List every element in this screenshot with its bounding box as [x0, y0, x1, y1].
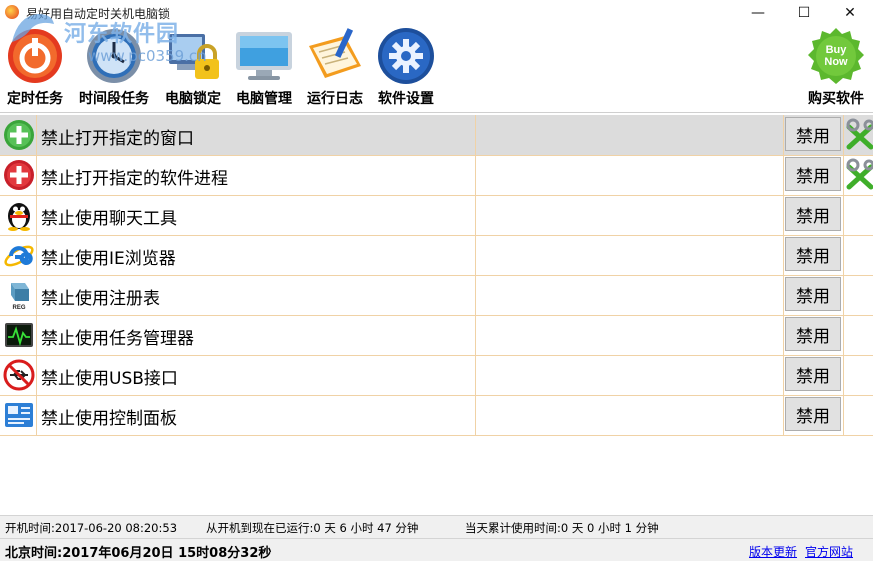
list-item-label: 禁止使用聊天工具: [41, 209, 177, 229]
toolbar-computer-management[interactable]: 电脑管理: [231, 26, 297, 112]
toolbar-label: 定时任务: [7, 91, 63, 107]
toolbar-software-settings[interactable]: 软件设置: [373, 26, 439, 112]
toolbar-label: 购买软件: [808, 91, 864, 107]
watermark-site-name: 河东软件园: [64, 22, 180, 47]
beijing-time-text: 北京时间:2017年06月20日 15时08分32秒: [5, 546, 272, 561]
list-item-label: 禁止使用控制面板: [41, 409, 177, 429]
minimize-button[interactable]: —: [735, 0, 781, 26]
toolbar-buy-software[interactable]: Buy Now 购买软件: [803, 26, 869, 112]
tools-config-icon[interactable]: [845, 117, 873, 153]
ie-browser-icon: [2, 238, 36, 272]
medical-cross-icon: [2, 158, 36, 192]
version-update-link[interactable]: 版本更新: [749, 543, 797, 560]
close-button[interactable]: ✕: [827, 0, 873, 26]
list-item-label: 禁止打开指定的软件进程: [41, 169, 228, 189]
list-item[interactable]: 禁止使用USB接口 禁用: [0, 355, 873, 396]
list-item-label: 禁止使用任务管理器: [41, 329, 194, 349]
disable-button[interactable]: 禁用: [785, 197, 841, 231]
list-item[interactable]: 禁止使用控制面板 禁用: [0, 395, 873, 436]
disable-button[interactable]: 禁用: [785, 237, 841, 271]
toolbar-divider: [0, 112, 873, 113]
list-item-label: 禁止使用IE浏览器: [41, 249, 176, 269]
list-item[interactable]: 禁止使用任务管理器 禁用: [0, 315, 873, 356]
disable-button[interactable]: 禁用: [785, 157, 841, 191]
official-website-link[interactable]: 官方网站: [805, 543, 853, 560]
list-item[interactable]: REG 禁止使用注册表 禁用: [0, 275, 873, 316]
gear-icon: [375, 26, 437, 86]
disable-button[interactable]: 禁用: [785, 277, 841, 311]
toolbar-label: 电脑管理: [236, 91, 292, 107]
task-monitor-icon: [2, 318, 36, 352]
add-icon: [2, 118, 36, 152]
toolbar-label: 软件设置: [378, 91, 434, 107]
boot-time-text: 开机时间:2017-06-20 08:20:53: [5, 521, 178, 535]
registry-cube-icon: REG: [2, 278, 36, 312]
no-usb-icon: [2, 358, 36, 392]
toolbar-label: 时间段任务: [79, 91, 149, 107]
buy-now-icon: Buy Now: [805, 26, 867, 86]
toolbar-label: 运行日志: [307, 91, 363, 107]
toolbar-run-log[interactable]: 运行日志: [302, 26, 368, 112]
list-item-label: 禁止使用USB接口: [41, 369, 178, 389]
list-item-label: 禁止打开指定的窗口: [41, 129, 194, 149]
watermark-url: www.pc0359.cn: [88, 47, 207, 65]
daily-usage-text: 当天累计使用时间:0 天 0 小时 1 分钟: [465, 521, 659, 535]
list-item[interactable]: 禁止使用聊天工具 禁用: [0, 195, 873, 236]
list-item[interactable]: 禁止打开指定的窗口 禁用: [0, 115, 873, 156]
status-bar-clock: 北京时间:2017年06月20日 15时08分32秒 版本更新 官方网站: [0, 538, 873, 561]
buy-now-badge-text: Buy Now: [824, 44, 848, 68]
control-panel-icon: [2, 398, 36, 432]
disable-button[interactable]: 禁用: [785, 357, 841, 391]
uptime-text: 从开机到现在已运行:0 天 6 小时 47 分钟: [206, 521, 419, 535]
list-item-label: 禁止使用注册表: [41, 289, 160, 309]
log-book-icon: [304, 26, 366, 86]
toolbar-label: 电脑锁定: [165, 91, 221, 107]
status-bar-usage: 开机时间:2017-06-20 08:20:53 从开机到现在已运行:0 天 6…: [0, 515, 873, 538]
maximize-button[interactable]: ☐: [781, 0, 827, 26]
monitor-icon: [233, 26, 295, 86]
disable-button[interactable]: 禁用: [785, 317, 841, 351]
list-item[interactable]: 禁止打开指定的软件进程 禁用: [0, 155, 873, 196]
list-item[interactable]: 禁止使用IE浏览器 禁用: [0, 235, 873, 276]
tools-config-icon[interactable]: [845, 157, 873, 193]
penguin-icon: [2, 198, 36, 232]
svg-text:REG: REG: [12, 305, 25, 311]
watermark-logo: [8, 10, 58, 48]
disable-button[interactable]: 禁用: [785, 397, 841, 431]
disable-button[interactable]: 禁用: [785, 117, 841, 151]
